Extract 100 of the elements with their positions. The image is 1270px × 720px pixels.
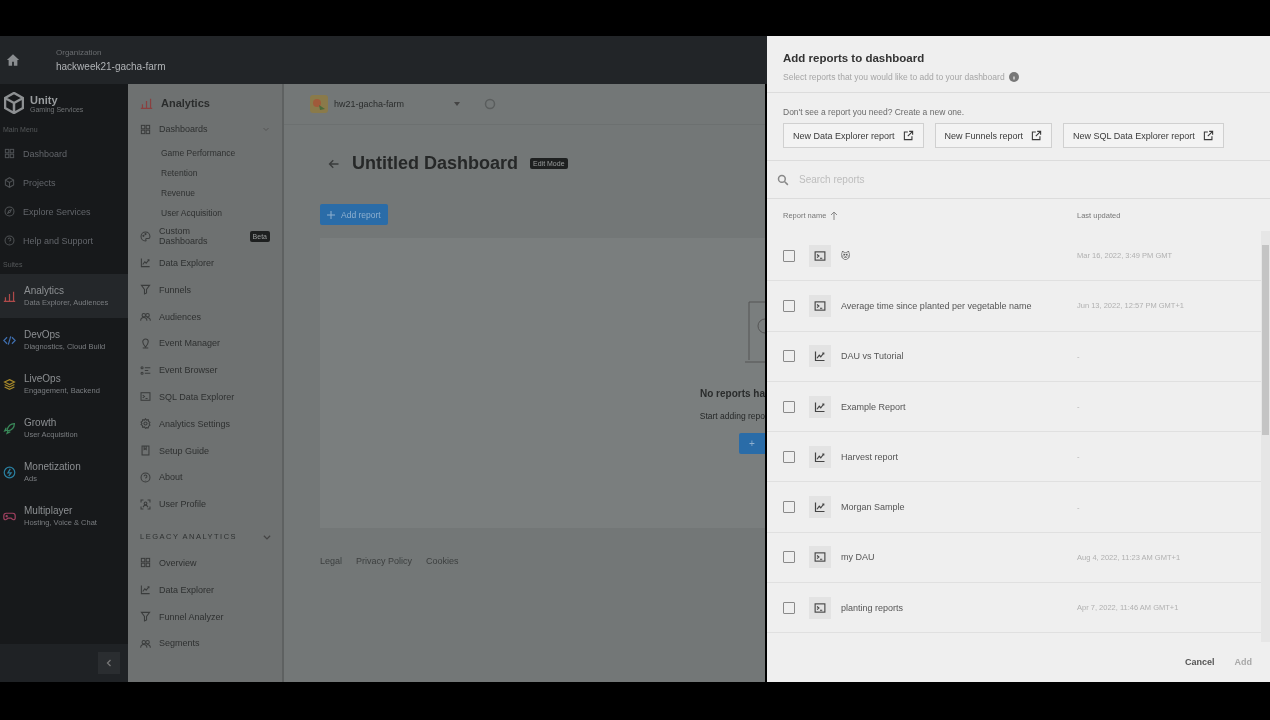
- report-name: DAU vs Tutorial: [841, 351, 905, 362]
- checkbox[interactable]: [783, 551, 795, 564]
- caret-icon: [454, 102, 460, 106]
- grid-icon: [4, 148, 15, 159]
- terminal-icon: [809, 596, 831, 619]
- sidebar-item[interactable]: Event Browser: [140, 356, 282, 384]
- create-prompt: Don't see a report you need? Create a new one.: [782, 106, 966, 119]
- panel-title: Add reports to dashboard: [783, 52, 926, 64]
- nav-item[interactable]: Dashboard: [0, 139, 128, 168]
- checkbox[interactable]: [783, 450, 795, 463]
- report-name: Harvest report: [841, 451, 900, 462]
- line-chart-icon: [140, 584, 151, 596]
- checkbox[interactable]: [783, 601, 795, 614]
- palette-icon: [140, 230, 151, 242]
- project-selector[interactable]: hw21-gacha-farm: [310, 95, 460, 113]
- empty-state-title: No reports ha: [700, 388, 765, 399]
- report-name: Example Report: [841, 401, 907, 412]
- sidebar-title: Analytics: [140, 90, 282, 116]
- bar-chart-icon: [3, 289, 16, 303]
- terminal-icon: [809, 546, 831, 569]
- cancel-button[interactable]: Cancel: [1185, 657, 1215, 667]
- panel-subtitle: Select reports that you would like to add to your dashboard: [783, 72, 1005, 82]
- laptop-drawing: [745, 300, 765, 366]
- checkbox[interactable]: [783, 400, 795, 413]
- search-icon: [777, 173, 789, 186]
- project-avatar-icon: [310, 95, 328, 113]
- report-name: planting reports: [841, 602, 905, 613]
- sidebar-item[interactable]: Funnel Analyzer: [140, 603, 282, 630]
- layers-icon: [3, 377, 16, 391]
- sidebar-item[interactable]: Funnels: [140, 276, 282, 304]
- funnel-icon: [140, 611, 151, 623]
- coin-icon: [3, 465, 16, 479]
- line-chart-icon: [809, 395, 831, 418]
- code-icon: [3, 333, 16, 347]
- info-icon[interactable]: [1008, 72, 1019, 82]
- report-name: 😻: [841, 250, 852, 261]
- nav-item[interactable]: Projects: [0, 168, 128, 197]
- checkbox[interactable]: [783, 249, 795, 262]
- sidebar-subitem[interactable]: Revenue: [140, 182, 282, 203]
- sidebar-item[interactable]: Event Manager: [140, 330, 282, 357]
- checkbox[interactable]: [783, 299, 795, 312]
- sidebar-item[interactable]: Dashboards: [140, 116, 282, 143]
- new-report-button[interactable]: New SQL Data Explorer report: [1063, 123, 1224, 148]
- people-icon: [140, 637, 151, 649]
- sidebar-item[interactable]: Segments: [140, 629, 282, 657]
- compass-icon: [4, 206, 15, 217]
- sidebar-item[interactable]: Audiences: [140, 303, 282, 330]
- organization-label: Organization: [56, 48, 103, 57]
- add-report-button[interactable]: +: [739, 433, 765, 454]
- line-chart-icon: [140, 257, 151, 269]
- sidebar-item[interactable]: Setup Guide: [140, 437, 282, 464]
- terminal-icon: [140, 391, 151, 403]
- cube-logo-icon: [4, 92, 24, 114]
- user-frame-icon: [140, 498, 151, 510]
- scrollbar[interactable]: [1261, 231, 1270, 642]
- grid-icon: [140, 557, 151, 569]
- list-icon: [140, 364, 151, 376]
- bar-chart-icon: [140, 96, 153, 110]
- grid-icon: [140, 123, 151, 135]
- book-icon: [140, 445, 151, 457]
- empty-state-text: Start adding repo: [699, 411, 765, 421]
- dashboard-title: Untitled Dashboard: [352, 153, 518, 174]
- checkbox[interactable]: [783, 350, 795, 363]
- home-icon: [6, 53, 20, 67]
- cube-icon: [4, 177, 15, 188]
- nav-item[interactable]: Help and Support: [0, 226, 128, 255]
- line-chart-icon: [809, 445, 831, 468]
- report-name: my DAU: [841, 552, 876, 563]
- sidebar-item[interactable]: Data Explorer: [140, 576, 282, 604]
- organization-name[interactable]: hackweek21-gacha-farm: [56, 61, 166, 72]
- sort-arrow-icon: [830, 210, 839, 220]
- line-chart-icon: [809, 496, 831, 519]
- chevron-left-icon: [105, 659, 113, 667]
- sidebar-item[interactable]: Data Explorer: [140, 249, 282, 277]
- brand-name: Unity: [30, 93, 59, 106]
- back-arrow-icon[interactable]: [328, 157, 340, 170]
- sidebar-subitem[interactable]: Retention: [140, 162, 282, 183]
- new-report-button[interactable]: New Data Explorer report: [783, 123, 924, 148]
- help-icon: [140, 471, 151, 483]
- external-link-icon: [902, 130, 914, 141]
- checkbox[interactable]: [783, 501, 795, 514]
- external-link-icon: [1202, 130, 1214, 141]
- terminal-icon: [809, 294, 831, 317]
- rocket-icon: [3, 421, 16, 435]
- new-report-button[interactable]: New Funnels report: [934, 123, 1053, 148]
- sidebar-item[interactable]: Overview: [140, 549, 282, 577]
- sidebar-item[interactable]: Analytics Settings: [140, 410, 282, 438]
- marker-icon: [140, 337, 151, 349]
- nav-item[interactable]: Explore Services: [0, 197, 128, 226]
- help-icon: [4, 235, 15, 246]
- terminal-icon: [809, 244, 831, 267]
- sidebar-subitem[interactable]: User Acquisition: [140, 202, 282, 223]
- collapse-button[interactable]: [98, 652, 120, 674]
- line-chart-icon: [809, 345, 831, 368]
- report-name: Average time since planted per vegetable name: [841, 300, 1033, 311]
- add-report-button[interactable]: Add report: [320, 204, 388, 225]
- report-name: Morgan Sample: [841, 502, 906, 513]
- external-link-icon: [1031, 130, 1043, 141]
- plus-icon: [327, 210, 335, 219]
- funnel-icon: [140, 284, 151, 296]
